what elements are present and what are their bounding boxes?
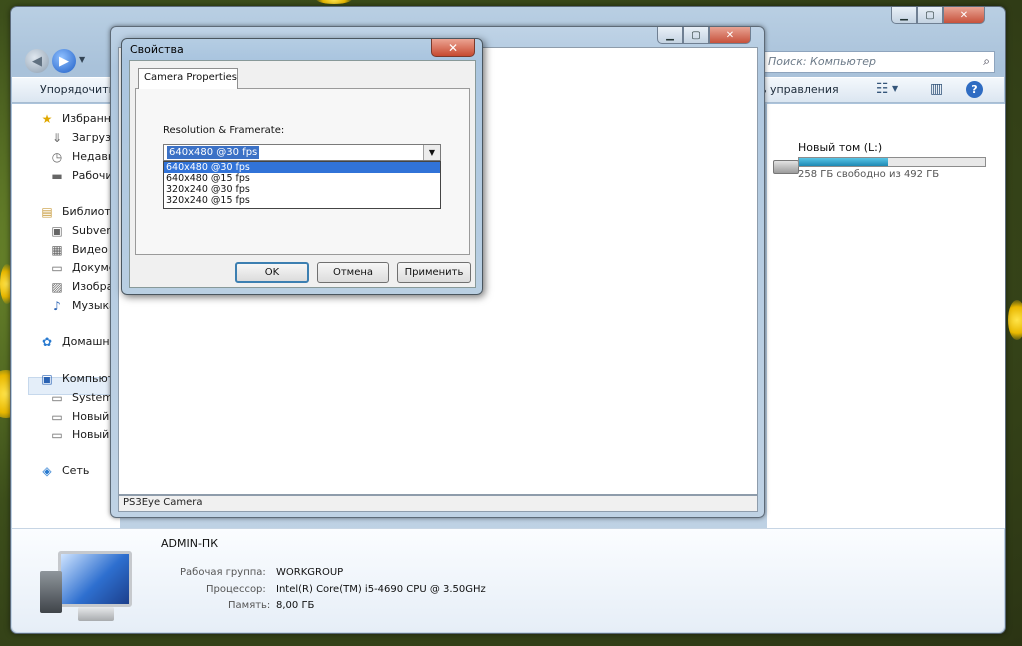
memory-label: Память: — [228, 600, 271, 611]
nav-item-label: Недавние места — [72, 150, 110, 163]
properties-dialog: Свойства ✕ Resolution & Framerate: 640x4… — [121, 38, 483, 295]
drive-l-free-space: 258 ГБ свободно из 492 ГБ — [798, 169, 940, 180]
drive-icon: ▭ — [51, 391, 63, 405]
resolution-combobox[interactable]: 640x480 @30 fps ▼ — [163, 144, 441, 161]
music-icon: ♪ — [53, 299, 61, 313]
cpu-value: Intel(R) Core(TM) i5-4690 CPU @ 3.50GHz — [276, 584, 486, 595]
minimize-button[interactable]: ▁ — [891, 7, 917, 24]
nav-item-label: Загрузки — [72, 131, 110, 144]
search-icon[interactable]: ⌕ — [983, 54, 990, 69]
cpu-label: Процессор: — [206, 584, 266, 595]
help-icon[interactable]: ? — [966, 81, 983, 98]
nav-item-label: Библиотеки — [62, 205, 110, 218]
drive-l-usage-bar — [798, 157, 986, 167]
nav-item-label: Новый том (L:) — [72, 428, 110, 441]
nav-item-label: Subversion — [72, 224, 110, 237]
nav-item-label: Компьютер — [62, 372, 110, 385]
forward-button[interactable]: ▶ — [52, 49, 76, 73]
dialog-close-button[interactable]: ✕ — [431, 39, 475, 57]
nav-item-label: System (C:) — [72, 391, 110, 404]
drive-l-icon[interactable] — [773, 160, 799, 174]
nav-item-label: Избранное — [62, 112, 110, 125]
homegroup-icon: ✿ — [41, 335, 53, 349]
resolution-option[interactable]: 320x240 @30 fps — [164, 184, 440, 195]
drive-l-name[interactable]: Новый том (L:) — [798, 141, 882, 154]
workgroup-value: WORKGROUP — [276, 567, 344, 578]
resolution-label: Resolution & Framerate: — [163, 125, 285, 136]
drive-l-usage-fill — [799, 158, 889, 166]
ps3eye-minimize-button[interactable]: ▁ — [657, 27, 683, 44]
tab-page: Resolution & Framerate: 640x480 @30 fps … — [135, 88, 470, 255]
computer-monitor-icon — [40, 551, 140, 627]
drive-icon: ▭ — [51, 410, 63, 424]
nav-item-label: Сеть — [62, 464, 90, 477]
documents-icon: ▭ — [51, 261, 63, 275]
preview-pane-icon[interactable]: ▥ — [930, 81, 943, 97]
view-options-icon[interactable]: ☷ — [876, 81, 889, 97]
resolution-option[interactable]: 320x240 @15 fps — [164, 195, 440, 206]
window-controls: ▁ ▢ ✕ — [891, 7, 985, 24]
view-dropdown-icon[interactable]: ▼ — [892, 84, 898, 93]
nav-item-label: Видео — [72, 243, 108, 256]
subversion-icon: ▣ — [51, 224, 63, 238]
maximize-button[interactable]: ▢ — [917, 7, 943, 24]
star-icon: ★ — [41, 112, 53, 126]
back-button[interactable]: ◀ — [25, 49, 49, 73]
ps3eye-status-bar: PS3Eye Camera — [118, 495, 758, 512]
nav-item-label: Музыка — [72, 299, 110, 312]
nav-item-label: Домашняя группа — [62, 335, 110, 348]
resolution-selected-value: 640x480 @30 fps — [167, 146, 260, 159]
video-icon: ▦ — [51, 243, 63, 257]
organize-button[interactable]: Упорядочить — [40, 83, 115, 96]
network-icon: ◈ — [42, 464, 52, 478]
ok-button[interactable]: OK — [235, 262, 309, 283]
ps3eye-close-button[interactable]: ✕ — [709, 27, 751, 44]
nav-item-label: Рабочий стол — [72, 169, 110, 182]
downloads-icon: ⇓ — [51, 131, 63, 145]
history-dropdown-icon[interactable]: ▼ — [79, 55, 85, 64]
ps3eye-maximize-button[interactable]: ▢ — [683, 27, 709, 44]
drive-icon: ▭ — [51, 428, 63, 442]
workgroup-label: Рабочая группа: — [180, 567, 266, 578]
wallpaper-flower — [1008, 300, 1022, 340]
nav-item-label: Документы — [72, 261, 110, 274]
pictures-icon: ▨ — [51, 280, 63, 294]
cancel-button[interactable]: Отмена — [317, 262, 389, 283]
computer-icon: ▣ — [41, 372, 53, 386]
search-placeholder: Поиск: Компьютер — [768, 55, 876, 68]
wallpaper-flower — [316, 0, 352, 4]
computer-name: ADMIN-ПК — [161, 537, 219, 550]
resolution-dropdown-list: 640x480 @30 fps 640x480 @15 fps 320x240 @3… — [163, 161, 441, 209]
recent-places-icon: ◷ — [51, 150, 63, 164]
ps3eye-window-controls: ▁ ▢ ✕ — [657, 27, 751, 44]
memory-value: 8,00 ГБ — [276, 600, 315, 611]
apply-button[interactable]: Применить — [397, 262, 471, 283]
chevron-down-icon[interactable]: ▼ — [423, 145, 440, 160]
desktop-icon: ▬ — [51, 169, 63, 183]
resolution-option[interactable]: 640x480 @30 fps — [164, 162, 440, 173]
dialog-title: Свойства — [130, 43, 184, 56]
close-button[interactable]: ✕ — [943, 7, 985, 24]
details-pane: ADMIN-ПК Рабочая группа: WORKGROUP Проце… — [12, 528, 1004, 632]
nav-item-label: Новый том (D:) — [72, 410, 110, 423]
tab-camera-properties[interactable]: Camera Properties — [138, 68, 238, 89]
nav-item-label: Изображения — [72, 280, 110, 293]
content-pane: Новый том (L:) 258 ГБ свободно из 492 ГБ — [767, 104, 1005, 528]
resolution-option[interactable]: 640x480 @15 fps — [164, 173, 440, 184]
control-panel-button[interactable]: ь управления — [760, 83, 839, 96]
dialog-body: Resolution & Framerate: 640x480 @30 fps … — [129, 60, 476, 288]
search-input[interactable]: Поиск: Компьютер ⌕ — [761, 51, 995, 73]
libraries-icon: ▤ — [41, 205, 53, 219]
